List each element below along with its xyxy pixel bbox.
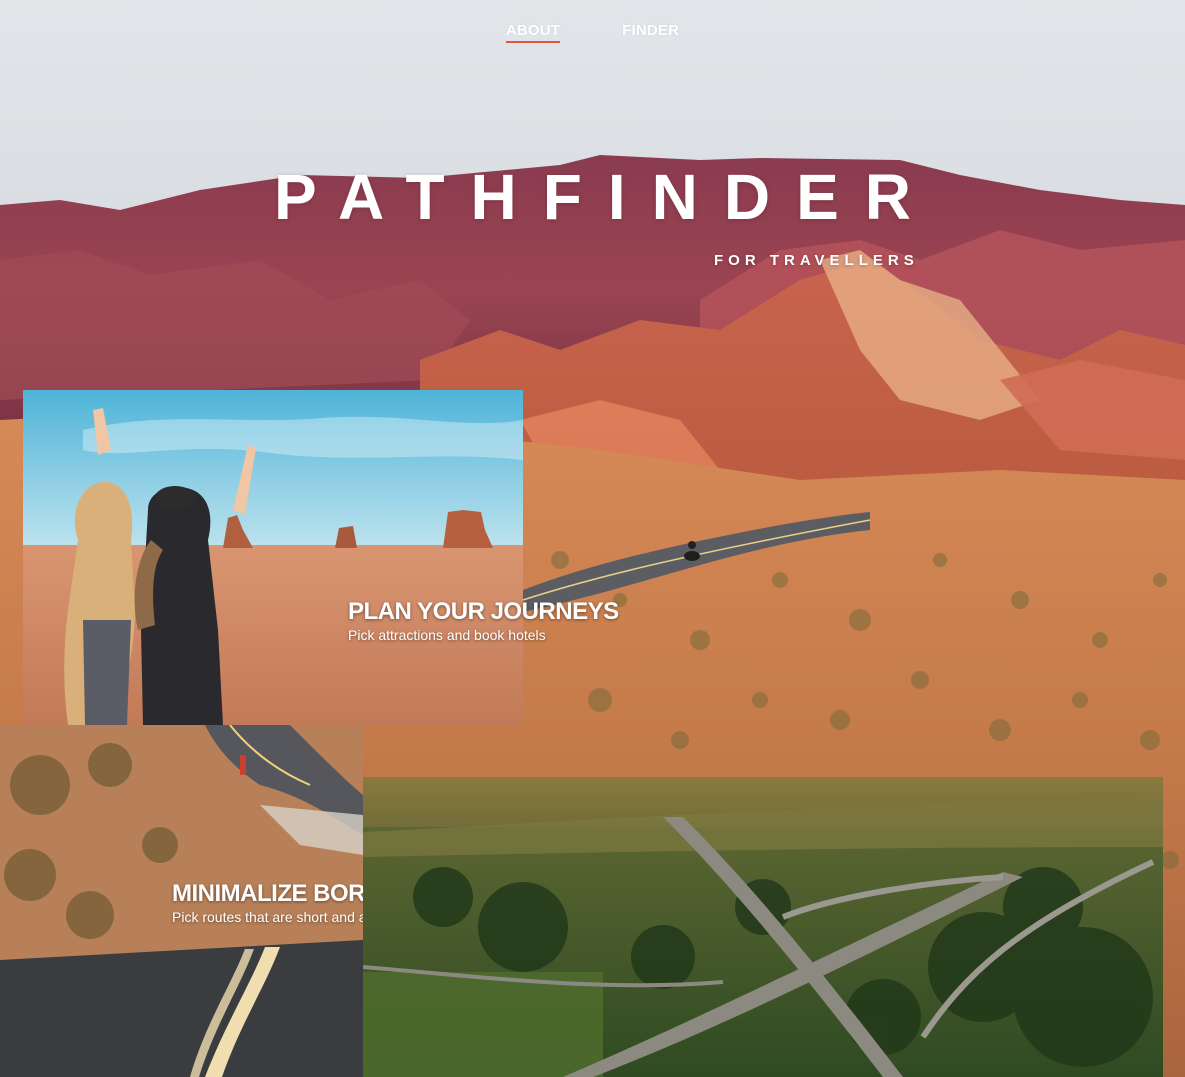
hero-subtitle: FOR TRAVELLERS — [714, 252, 919, 269]
landing-page: ABOUT FINDER PATHFINDER FOR TRAVELLERS P… — [0, 0, 1185, 1077]
aerial-highway-icon — [363, 777, 1163, 1077]
feature-plan-journeys: PLAN YOUR JOURNEYS Pick attractions and … — [348, 598, 619, 644]
nav-link-finder[interactable]: FINDER — [622, 22, 679, 43]
feature-heading: PLAN YOUR JOURNEYS — [348, 598, 619, 625]
travellers-photo — [23, 390, 523, 725]
travellers-monument-valley-icon — [23, 390, 523, 725]
aerial-highway-photo — [363, 777, 1163, 1077]
nav-link-about[interactable]: ABOUT — [505, 22, 561, 43]
feature-description: Pick attractions and book hotels — [348, 627, 546, 643]
main-nav: ABOUT FINDER — [0, 22, 1185, 43]
hero-title: PATHFINDER — [274, 161, 937, 233]
